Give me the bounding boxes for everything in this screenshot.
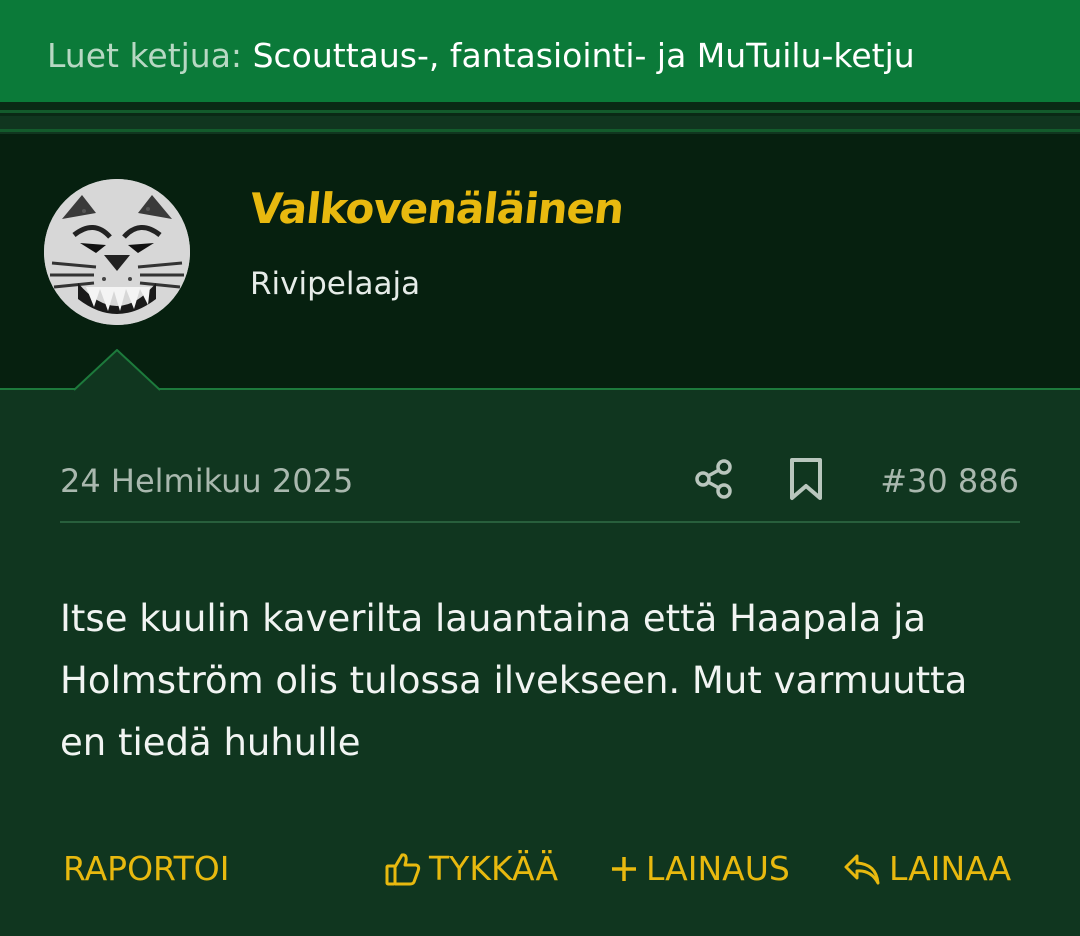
- header-shadow: [0, 102, 1080, 116]
- like-label: TYKKÄÄ: [429, 849, 559, 888]
- like-button[interactable]: TYKKÄÄ: [385, 849, 558, 888]
- plus-icon: [612, 856, 636, 881]
- report-label: RAPORTOI: [63, 849, 230, 888]
- bookmark-icon[interactable]: [788, 457, 824, 501]
- thread-title-bar: Luet ketjua: Scouttaus-, fantasiointi- j…: [0, 0, 1080, 102]
- user-avatar[interactable]: [44, 179, 190, 325]
- user-panel-arrow: [74, 349, 160, 391]
- reply-button[interactable]: LAINAA: [843, 849, 1011, 888]
- thumbs-up-icon: [385, 852, 421, 885]
- post-date-link[interactable]: 24 Helmikuu 2025: [60, 462, 353, 500]
- reply-label: LAINAA: [889, 849, 1012, 888]
- lynx-avatar-icon: [44, 179, 190, 325]
- report-button[interactable]: RAPORTOI: [63, 849, 229, 888]
- share-icon[interactable]: [694, 458, 734, 500]
- post-meta-divider: [60, 521, 1020, 523]
- post-number-link[interactable]: #30 886: [880, 462, 1019, 500]
- thread-bar-prefix: Luet ketjua:: [47, 36, 243, 75]
- multiquote-button[interactable]: LAINAUS: [610, 849, 790, 888]
- username-link[interactable]: Valkovenäläinen: [247, 184, 625, 233]
- user-panel-border: [0, 388, 1080, 390]
- post-body: Itse kuulin kaverilta lauantaina että Ha…: [60, 597, 968, 764]
- header-divider: [0, 129, 1080, 132]
- thread-title-link[interactable]: Scouttaus-, fantasiointi- ja MuTuilu-ket…: [253, 36, 915, 75]
- user-title: Rivipelaaja: [250, 266, 421, 302]
- header-divider: [0, 110, 1080, 113]
- multiquote-label: LAINAUS: [646, 849, 790, 888]
- reply-icon: [844, 854, 880, 884]
